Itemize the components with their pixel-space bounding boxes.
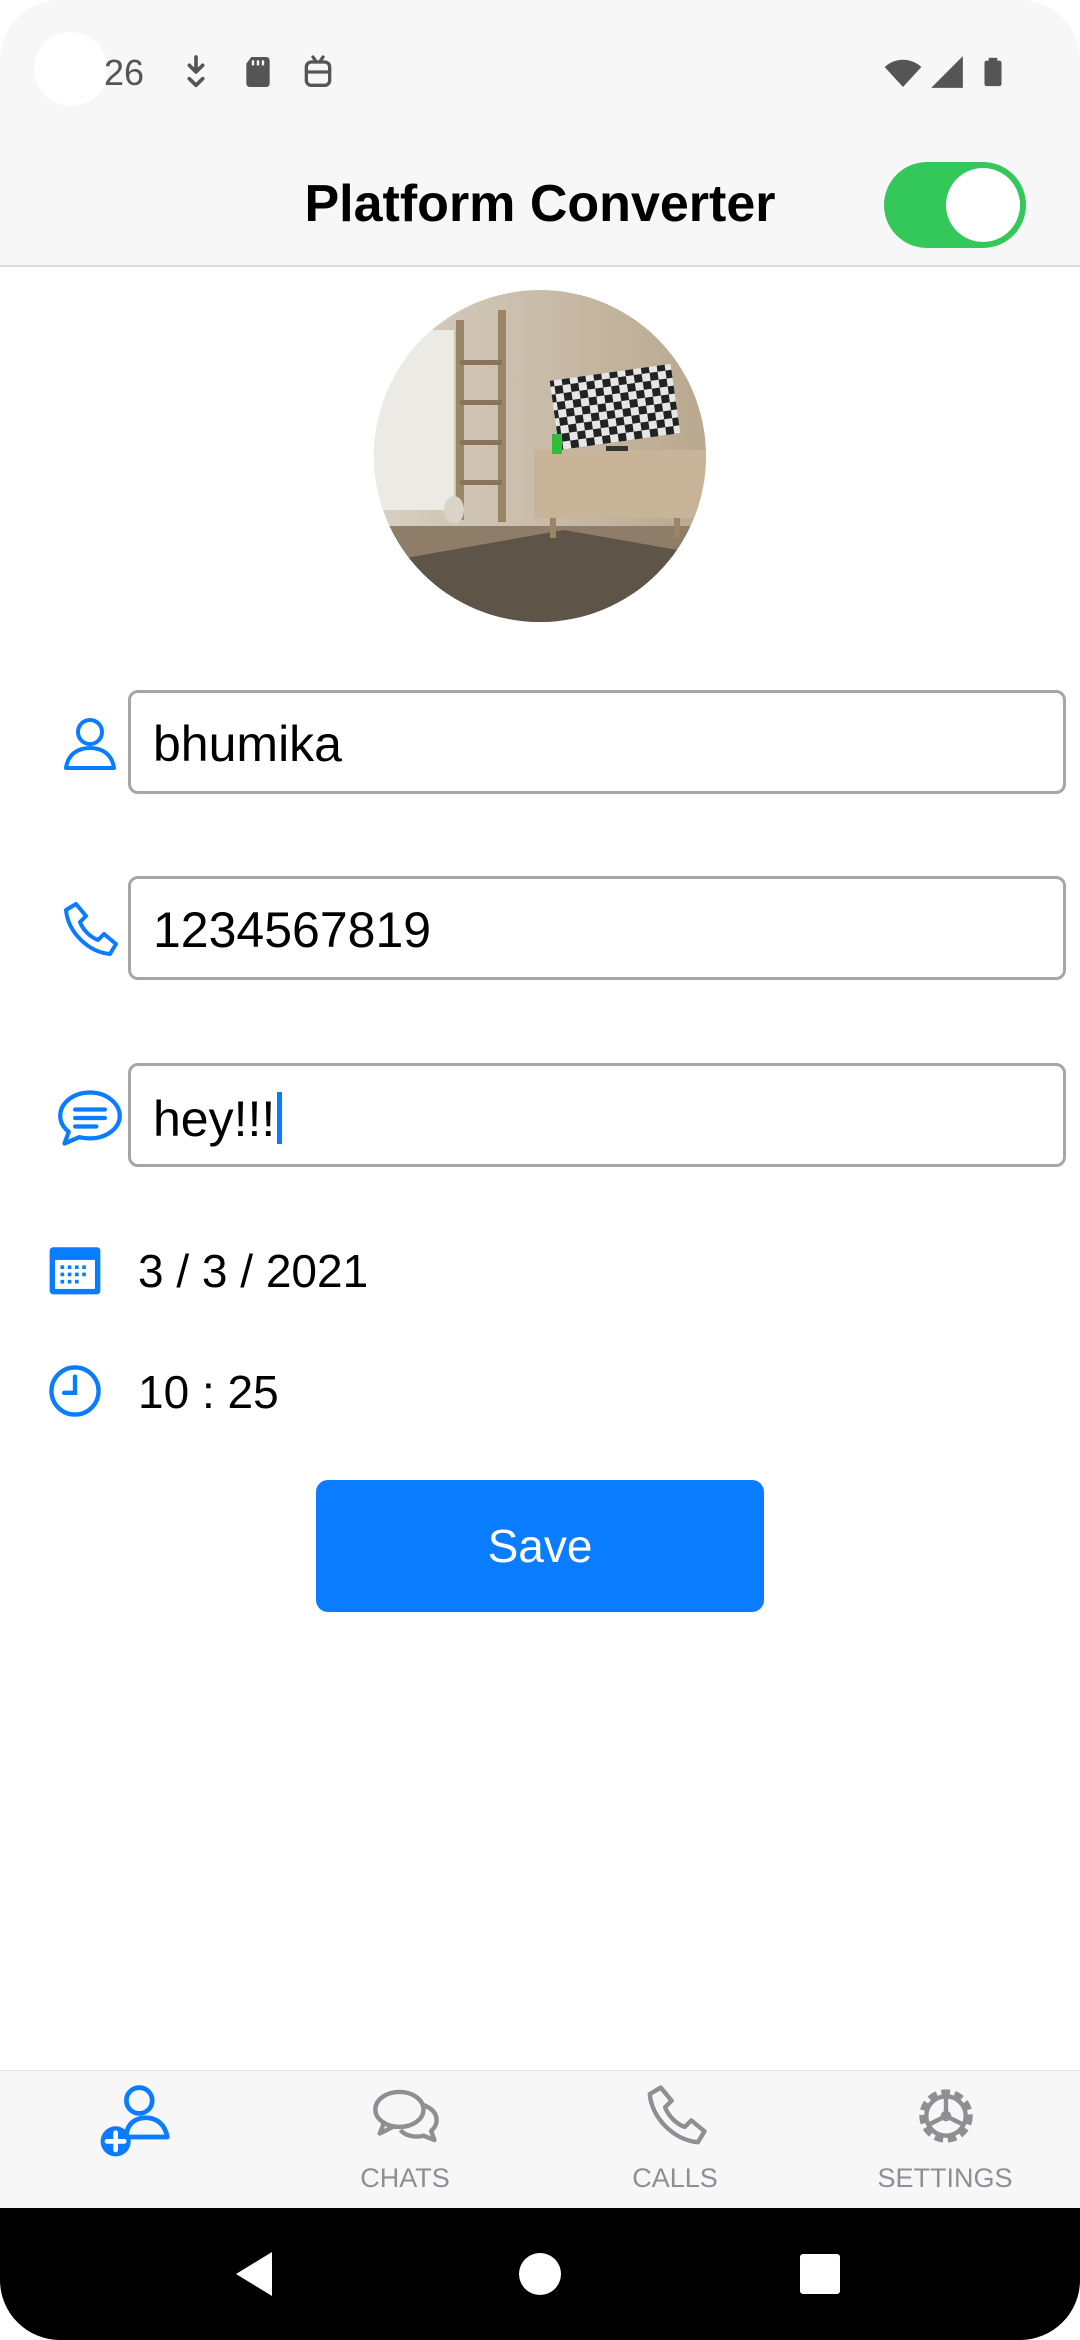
person-icon [64, 718, 116, 770]
date-value[interactable]: 3 / 3 / 2021 [138, 1244, 368, 1298]
calls-icon [647, 2085, 707, 2145]
tab-calls-label: CALLS [632, 2163, 718, 2193]
calendar-icon[interactable] [46, 1240, 104, 1298]
tab-settings-label: SETTINGS [877, 2163, 1013, 2193]
profile-avatar[interactable] [374, 290, 706, 622]
status-bar: 26 [0, 0, 1080, 120]
text-caret [277, 1092, 283, 1144]
cellular-signal-icon [931, 56, 963, 88]
camera-cutout [34, 32, 108, 106]
battery-icon [984, 57, 1002, 87]
chats-icon [373, 2089, 439, 2143]
download-icon [187, 55, 205, 88]
phone-field[interactable]: 1234567819 [128, 876, 1066, 980]
system-nav-bar [0, 2208, 1080, 2340]
home-icon[interactable] [518, 2252, 562, 2296]
message-value: hey!!! [153, 1092, 283, 1144]
message-field[interactable]: hey!!! [128, 1063, 1066, 1167]
recents-icon[interactable] [800, 2254, 840, 2294]
sd-card-icon [246, 57, 270, 87]
tab-add-contact[interactable] [0, 2071, 270, 2209]
platform-toggle[interactable] [884, 162, 1026, 248]
tab-settings[interactable]: SETTINGS [810, 2071, 1080, 2209]
room-photo [374, 290, 706, 622]
app-header: Platform Converter [0, 120, 1080, 267]
toggle-knob [946, 168, 1020, 242]
back-icon[interactable] [232, 2250, 276, 2298]
tab-chats-label: CHATS [360, 2163, 450, 2193]
add-contact-icon [100, 2085, 170, 2157]
tab-chats[interactable]: CHATS [270, 2071, 540, 2209]
status-time: 26 [104, 52, 145, 93]
phone-icon [64, 902, 118, 956]
save-button[interactable]: Save [316, 1480, 764, 1612]
name-value: bhumika [153, 716, 342, 772]
message-icon [58, 1090, 122, 1146]
name-field[interactable]: bhumika [128, 690, 1066, 794]
tab-calls[interactable]: CALLS [540, 2071, 810, 2209]
bottom-tab-bar: CHATS CALLS SETTINGS [0, 2070, 1080, 2209]
settings-icon [919, 2089, 973, 2143]
time-value[interactable]: 10 : 25 [138, 1365, 279, 1419]
phone-value: 1234567819 [153, 902, 432, 958]
robot-icon [304, 55, 332, 87]
wifi-icon [884, 59, 922, 87]
clock-icon[interactable] [46, 1362, 104, 1420]
